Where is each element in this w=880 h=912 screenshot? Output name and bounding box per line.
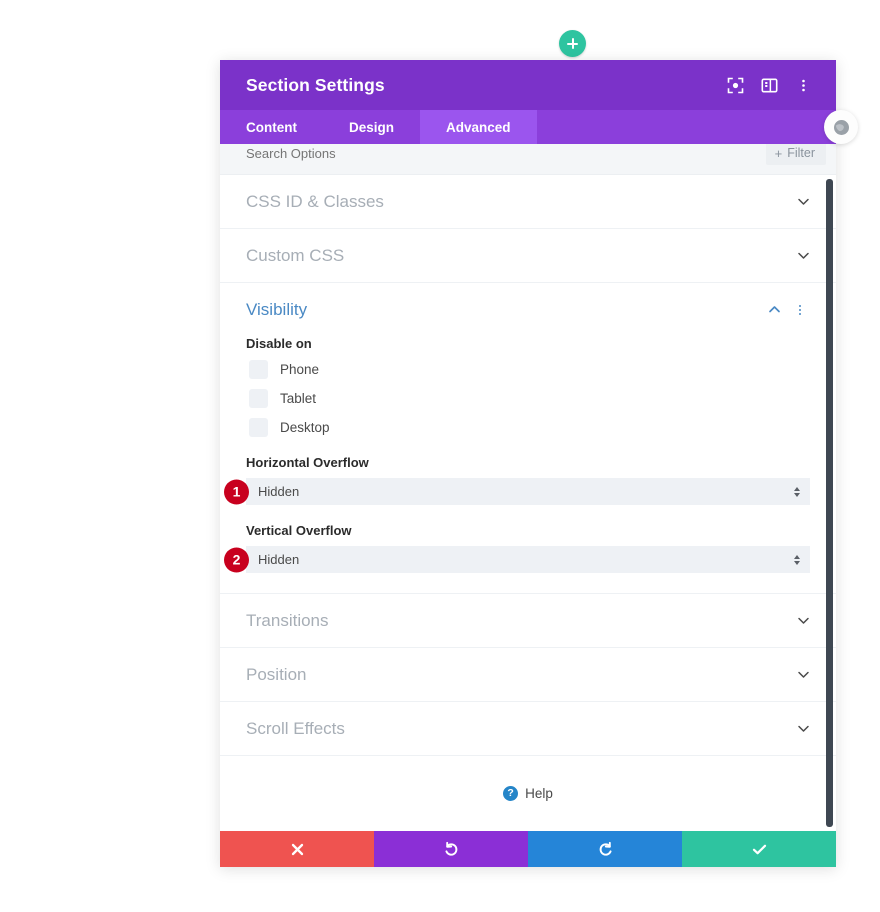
cancel-button[interactable] — [220, 831, 374, 867]
chevron-down-icon — [798, 617, 809, 624]
stepper-arrows-icon — [794, 486, 800, 497]
checkbox-box-icon[interactable] — [249, 418, 268, 437]
redo-button[interactable] — [528, 831, 682, 867]
vertical-overflow-select[interactable]: 2 Hidden — [224, 546, 810, 573]
section-title: CSS ID & Classes — [246, 191, 384, 211]
checkmark-icon — [752, 844, 766, 854]
focus-frame-button[interactable] — [720, 70, 750, 100]
section-toggle-visibility[interactable]: Visibility — [220, 283, 836, 336]
section-toggle-position[interactable]: Position — [220, 648, 836, 702]
checkbox-phone[interactable]: Phone — [246, 360, 810, 379]
add-section-button[interactable] — [559, 30, 586, 57]
focus-frame-icon — [727, 77, 743, 93]
chevron-down-icon — [798, 198, 809, 205]
chevron-down-icon — [798, 252, 809, 259]
section-title: Visibility — [246, 299, 308, 319]
plus-icon: + — [774, 145, 783, 161]
stepper-arrows-icon — [794, 554, 800, 565]
section-visibility: Visibility Disable on Phone Tablet Deskt… — [220, 283, 836, 594]
horizontal-overflow-select[interactable]: 1 Hidden — [224, 478, 810, 505]
save-button[interactable] — [682, 831, 836, 867]
search-options-bar: + Filter — [220, 141, 836, 175]
chevron-down-icon — [798, 671, 809, 678]
help-label: Help — [525, 785, 553, 801]
tab-design[interactable]: Design — [323, 110, 420, 144]
modal-tabs: Content Design Advanced — [220, 110, 836, 144]
disable-on-label: Disable on — [246, 336, 312, 351]
close-x-icon — [291, 843, 303, 855]
modal-footer — [220, 831, 836, 867]
tab-content[interactable]: Content — [220, 110, 323, 144]
panel-scrollbar[interactable] — [826, 179, 833, 827]
disable-on-group: Disable on Phone Tablet Desktop Horizont… — [220, 336, 836, 573]
undo-button[interactable] — [374, 831, 528, 867]
more-options-button[interactable] — [788, 70, 818, 100]
vertical-dots-icon — [801, 79, 805, 91]
vertical-overflow-label: Vertical Overflow — [246, 523, 352, 538]
chevron-up-icon — [768, 306, 780, 313]
checkbox-label: Desktop — [280, 420, 330, 435]
checkbox-label: Tablet — [280, 391, 317, 406]
section-settings-modal: Section Settings Content Design Advanced… — [220, 60, 836, 867]
vertical-dots-icon — [799, 304, 801, 315]
checkbox-tablet[interactable]: Tablet — [246, 389, 810, 408]
section-title: Transitions — [246, 610, 329, 630]
search-input[interactable] — [246, 145, 766, 161]
tab-advanced[interactable]: Advanced — [420, 110, 537, 144]
step-badge-1: 1 — [224, 479, 249, 504]
section-toggle-custom-css[interactable]: Custom CSS — [220, 229, 836, 283]
panel-layout-button[interactable] — [754, 70, 784, 100]
checkbox-box-icon[interactable] — [249, 360, 268, 379]
checkbox-desktop[interactable]: Desktop — [246, 418, 810, 437]
close-circle-icon — [833, 119, 849, 135]
redo-arrow-icon — [599, 841, 612, 856]
checkbox-box-icon[interactable] — [249, 389, 268, 408]
section-toggle-scroll-effects[interactable]: Scroll Effects — [220, 702, 836, 756]
filter-button-label: Filter — [787, 146, 815, 160]
undo-arrow-icon — [444, 841, 457, 856]
panel-scrollbar-thumb[interactable] — [826, 179, 833, 827]
page-title: Section Settings — [246, 74, 385, 95]
section-title: Custom CSS — [246, 245, 345, 265]
help-area[interactable]: ? Help — [220, 756, 836, 830]
plus-icon-vertical — [571, 38, 574, 49]
collapse-visibility-button[interactable] — [764, 300, 784, 320]
step-badge-2: 2 — [224, 547, 249, 572]
close-circle-button[interactable] — [824, 110, 858, 144]
panel-layout-icon — [760, 77, 777, 92]
visibility-options-button[interactable] — [790, 300, 810, 320]
section-toggle-css-id-classes[interactable]: CSS ID & Classes — [220, 175, 836, 229]
horizontal-overflow-label: Horizontal Overflow — [246, 455, 369, 470]
chevron-down-icon — [798, 725, 809, 732]
vertical-overflow-value: Hidden — [258, 552, 300, 567]
question-mark-icon: ? — [503, 785, 519, 801]
section-title: Scroll Effects — [246, 718, 345, 738]
horizontal-overflow-value: Hidden — [258, 484, 300, 499]
modal-header: Section Settings — [220, 60, 836, 110]
filter-button[interactable]: + Filter — [765, 141, 826, 165]
section-title: Position — [246, 664, 307, 684]
checkbox-label: Phone — [280, 362, 320, 377]
section-toggle-transitions[interactable]: Transitions — [220, 594, 836, 648]
modal-body: CSS ID & Classes Custom CSS Visibility D… — [220, 175, 836, 831]
